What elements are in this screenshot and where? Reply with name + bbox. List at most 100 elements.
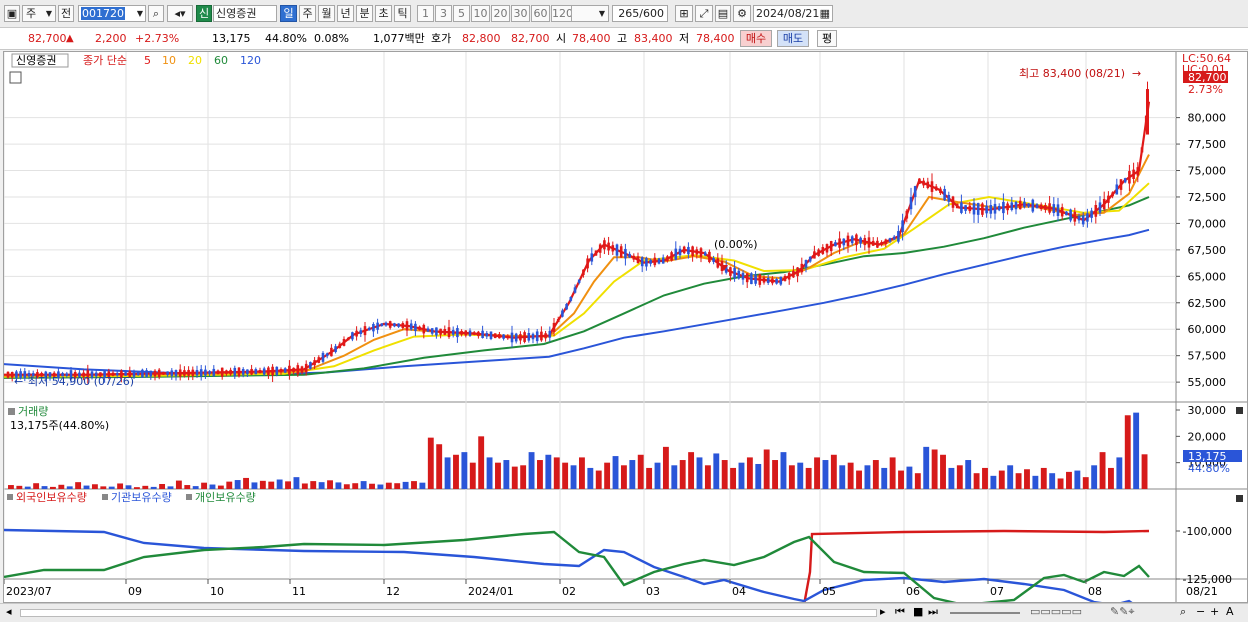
interval-button-20[interactable]: 20: [491, 5, 510, 22]
scroll-left-icon[interactable]: ◂: [6, 605, 12, 618]
candle-body: [863, 238, 867, 246]
candle-body: [313, 360, 316, 366]
tab-period-3[interactable]: 년: [337, 5, 354, 22]
volume-bar: [33, 483, 40, 489]
date-input[interactable]: 2024/08/21 ▦: [753, 5, 833, 22]
volume-bar: [763, 449, 770, 489]
candle-body: [905, 210, 909, 219]
search-icon[interactable]: ⌕: [148, 5, 164, 22]
volume-bar: [49, 486, 56, 489]
candle-body: [997, 205, 1001, 211]
volume-bar: [133, 487, 140, 489]
tab-period-4[interactable]: 분: [356, 5, 373, 22]
interval-select[interactable]: ▼: [571, 5, 609, 22]
candle-body: [976, 202, 980, 215]
volume-bars: [8, 412, 1148, 489]
zoom-slider[interactable]: [950, 612, 1020, 614]
stock-code-input[interactable]: 001720 ▼: [78, 5, 146, 22]
candle-body: [640, 257, 644, 267]
eval-button[interactable]: 평: [817, 30, 837, 47]
grid-toggle-icon[interactable]: [9, 71, 22, 84]
close-panel-icon[interactable]: [1236, 495, 1243, 502]
tab-period-0[interactable]: 일: [280, 5, 297, 22]
candle-body: [964, 205, 967, 211]
interval-button-60[interactable]: 60: [531, 5, 550, 22]
volume-bar: [772, 460, 779, 489]
volume-panel-handle[interactable]: [8, 408, 15, 415]
candle-body: [1014, 201, 1018, 210]
interval-button-3[interactable]: 3: [435, 5, 452, 22]
stock-name-field[interactable]: 신영증권: [213, 5, 277, 22]
volume-bar: [486, 457, 493, 489]
volume-tick-label: 20,000: [1188, 430, 1227, 443]
date-value: 2024/08/21: [756, 7, 820, 20]
candle-body: [250, 368, 253, 375]
candle-body: [582, 269, 585, 276]
zoom-out-icon[interactable]: −: [1196, 605, 1205, 618]
volume-bar: [16, 485, 23, 489]
candle-body: [292, 367, 295, 373]
zoom-icon[interactable]: ⌕: [1180, 605, 1186, 619]
chart-canvas[interactable]: 80,000 77,500 75,000 72,500 70,000 67,500 65,0…: [3, 52, 1247, 610]
drawing-tools-icon[interactable]: ✎✎⌖: [1110, 605, 1135, 619]
volume-bar: [906, 466, 913, 489]
candle-body: [1023, 201, 1026, 208]
chart-menu-icon[interactable]: ▣: [4, 5, 20, 22]
volume-bar: [730, 467, 737, 489]
holding-legend-item: 기관보유수량: [111, 491, 172, 504]
candle-body: [867, 237, 871, 248]
prev-button[interactable]: 전: [58, 5, 74, 22]
tab-period-2[interactable]: 월: [318, 5, 335, 22]
buy-button[interactable]: 매수: [740, 30, 772, 47]
tab-period-6[interactable]: 틱: [394, 5, 411, 22]
count-total: /600: [639, 7, 664, 20]
candle-body: [430, 328, 434, 334]
scroll-right-icon[interactable]: ▸: [880, 605, 886, 618]
save-icon[interactable]: ▤: [715, 5, 731, 22]
count-input[interactable]: 265/600: [612, 5, 668, 22]
candle-body: [691, 246, 694, 257]
volume-bar: [8, 485, 14, 489]
zoom-in-icon[interactable]: +: [1210, 605, 1219, 618]
close-panel-icon[interactable]: [1236, 407, 1243, 414]
candle-body: [653, 257, 657, 266]
candle-body: [199, 369, 203, 377]
volume-bar: [1124, 415, 1131, 489]
interval-button-5[interactable]: 5: [453, 5, 470, 22]
volume-bar: [562, 462, 569, 489]
candle-body: [288, 365, 291, 375]
tab-period-5[interactable]: 초: [375, 5, 392, 22]
layout-icon[interactable]: ▭▭▭▭▭: [1030, 605, 1082, 618]
font-size-icon[interactable]: A: [1226, 605, 1234, 618]
forward-icon[interactable]: ⏭: [928, 605, 938, 619]
stop-icon[interactable]: ■: [913, 605, 923, 618]
indicator-icon[interactable]: ⤢: [695, 5, 713, 22]
stock-chart[interactable]: 80,000 77,500 75,000 72,500 70,000 67,500 65,0…: [3, 51, 1248, 610]
candle-body: [233, 367, 237, 377]
interval-button-10[interactable]: 10: [471, 5, 490, 22]
candle-body: [955, 203, 959, 209]
gear-icon[interactable]: ⚙: [733, 5, 751, 22]
sell-button[interactable]: 매도: [777, 30, 809, 47]
volume-value-label: 13,175주(44.80%): [10, 419, 109, 432]
x-tick-label: 2023/07: [6, 585, 52, 598]
rewind-icon[interactable]: ⏮: [895, 605, 905, 619]
period-dropdown[interactable]: 주 ▼: [22, 5, 56, 22]
candle-body: [745, 273, 749, 283]
candle-body: [758, 274, 762, 285]
interval-button-30[interactable]: 30: [511, 5, 530, 22]
volume-bar: [461, 452, 468, 489]
candle-body: [611, 245, 615, 252]
tab-period-1[interactable]: 주: [299, 5, 316, 22]
scroll-bar[interactable]: ◂ ▸ ⏮ ■ ⏭ ▭▭▭▭▭ ✎✎⌖ ⌕ − + A: [0, 603, 1248, 622]
candle-body: [401, 323, 405, 329]
candle-body: [372, 323, 375, 332]
scroll-track[interactable]: [20, 609, 877, 617]
speaker-icon[interactable]: ◂▾: [167, 5, 193, 22]
candle-body: [1035, 204, 1039, 209]
candle-body: [888, 238, 892, 242]
candle-body: [1090, 210, 1093, 218]
interval-button-1[interactable]: 1: [417, 5, 434, 22]
interval-button-120[interactable]: 120: [551, 5, 573, 22]
candle-type-icon[interactable]: ⊞: [675, 5, 693, 22]
